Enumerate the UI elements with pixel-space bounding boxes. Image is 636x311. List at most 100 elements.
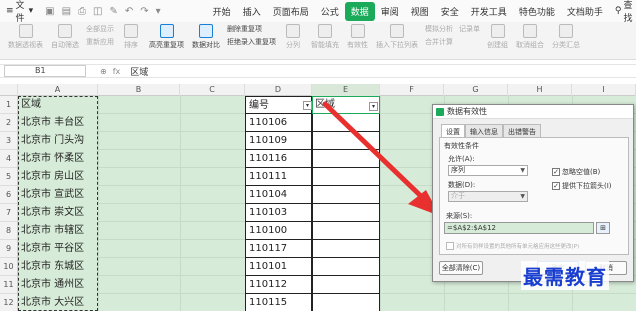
file-menu[interactable]: ≡ 文件 ▾ <box>0 0 39 24</box>
redo-icon[interactable]: ↷ <box>140 6 148 17</box>
provide-dropdown-checkbox[interactable]: ✓ 提供下拉箭头(I) <box>552 181 612 191</box>
tab-security[interactable]: 安全 <box>435 2 465 21</box>
cell-d5[interactable]: 110111 <box>245 168 312 186</box>
text-to-columns-button[interactable]: 分列 <box>279 24 307 50</box>
cell-d6[interactable]: 110104 <box>245 186 312 204</box>
open-icon[interactable]: ▣ <box>45 6 54 17</box>
subtotal-button[interactable]: 分类汇总 <box>548 24 584 50</box>
tab-view[interactable]: 视图 <box>405 2 435 21</box>
chevron-down-icon[interactable]: ▾ <box>156 6 161 17</box>
clear-all-button[interactable]: 全部清除(C) <box>439 261 483 275</box>
column-header-a[interactable]: A <box>18 84 98 96</box>
column-header-h[interactable]: H <box>508 84 572 96</box>
cell-e6[interactable] <box>312 186 380 204</box>
cell-e5[interactable] <box>312 168 380 186</box>
preview-icon[interactable]: ◫ <box>93 6 102 17</box>
column-header-e[interactable]: E <box>312 84 380 96</box>
smart-fill-button[interactable]: 智能填充 <box>307 24 343 50</box>
cell-e8[interactable] <box>312 222 380 240</box>
record-form-button[interactable]: 记录单 <box>459 24 480 34</box>
what-if-button[interactable]: 模拟分析 <box>425 24 453 34</box>
cell-e1[interactable]: 区域 ▾ <box>312 96 380 114</box>
row-header-11[interactable]: 11 <box>0 276 18 294</box>
insert-dropdown-button[interactable]: 插入下拉列表 <box>372 24 422 50</box>
sort-button[interactable]: 排序 <box>117 24 145 50</box>
dropdown-arrow-icon[interactable]: ▾ <box>303 101 312 110</box>
cell-e10[interactable] <box>312 258 380 276</box>
format-painter-icon[interactable]: ✎ <box>109 6 117 17</box>
row-header-10[interactable]: 10 <box>0 258 18 276</box>
data-compare-button[interactable]: 数据对比 <box>188 24 224 50</box>
consolidate-button[interactable]: 合并计算 <box>425 37 453 47</box>
row-header-6[interactable]: 6 <box>0 186 18 204</box>
cell-e3[interactable] <box>312 132 380 150</box>
save-icon[interactable]: ▤ <box>62 6 71 17</box>
tab-review[interactable]: 审阅 <box>375 2 405 21</box>
cell-d11[interactable]: 110112 <box>245 276 312 294</box>
tab-doc-assistant[interactable]: 文档助手 <box>561 2 609 21</box>
row-header-2[interactable]: 2 <box>0 114 18 132</box>
cell-d4[interactable]: 110116 <box>245 150 312 168</box>
reapply-button[interactable]: 重新应用 <box>86 37 114 47</box>
tab-data[interactable]: 数据 <box>344 1 375 21</box>
column-header-i[interactable]: I <box>572 84 636 96</box>
column-header-f[interactable]: F <box>380 84 444 96</box>
cell-d10[interactable]: 110101 <box>245 258 312 276</box>
validation-button[interactable]: 有效性 <box>343 24 372 50</box>
row-header-1[interactable]: 1 <box>0 96 18 114</box>
show-all-button[interactable]: 全部显示 <box>86 24 114 34</box>
cell-d12[interactable]: 110115 <box>245 294 312 311</box>
cell-e2[interactable] <box>312 114 380 132</box>
search-command[interactable]: ⚲ 查找 <box>615 0 636 24</box>
ignore-blank-checkbox[interactable]: ✓ 忽略空值(B) <box>552 167 600 177</box>
row-header-9[interactable]: 9 <box>0 240 18 258</box>
cell-e4[interactable] <box>312 150 380 168</box>
name-box[interactable]: B1 <box>4 65 86 77</box>
cell-e7[interactable] <box>312 204 380 222</box>
data-validation-dialog: 数据有效性 设置 输入信息 出错警告 有效性条件 允许(A): 序列 ▼ ✓ 忽… <box>432 104 634 282</box>
tab-special-features[interactable]: 特色功能 <box>513 2 561 21</box>
cell-d2[interactable]: 110106 <box>245 114 312 132</box>
source-input[interactable]: =$A$2:$A$12 <box>444 222 594 234</box>
column-header-g[interactable]: G <box>444 84 508 96</box>
delete-duplicates-button[interactable]: 删除重复项 <box>227 24 276 34</box>
fx-icon[interactable]: fx <box>113 67 121 76</box>
row-header-4[interactable]: 4 <box>0 150 18 168</box>
cell-e11[interactable] <box>312 276 380 294</box>
reject-duplicates-button[interactable]: 拒绝录入重复项 <box>227 37 276 47</box>
tab-page-layout[interactable]: 页面布局 <box>267 2 315 21</box>
column-header-c[interactable]: C <box>180 84 245 96</box>
row-header-8[interactable]: 8 <box>0 222 18 240</box>
column-header-d[interactable]: D <box>245 84 312 96</box>
pivot-table-button[interactable]: 数据透视表 <box>4 24 47 50</box>
cell-d8[interactable]: 110100 <box>245 222 312 240</box>
select-all-corner[interactable] <box>0 84 18 96</box>
formula-input[interactable]: 区域 <box>130 65 148 78</box>
print-icon[interactable]: ⎙ <box>78 6 86 17</box>
dropdown-arrow-icon[interactable]: ▾ <box>369 102 378 111</box>
cell-d7[interactable]: 110103 <box>245 204 312 222</box>
tab-developer[interactable]: 开发工具 <box>465 2 513 21</box>
cell-e12[interactable] <box>312 294 380 311</box>
row-header-12[interactable]: 12 <box>0 294 18 311</box>
validation-icon <box>350 24 365 38</box>
tab-home[interactable]: 开始 <box>207 2 237 21</box>
cell-e9[interactable] <box>312 240 380 258</box>
cell-d1[interactable]: 编号 <box>245 96 312 114</box>
row-header-7[interactable]: 7 <box>0 204 18 222</box>
ungroup-button[interactable]: 取消组合 <box>512 24 548 50</box>
cell-d3[interactable]: 110109 <box>245 132 312 150</box>
auto-filter-button[interactable]: 自动筛选 <box>47 24 83 50</box>
highlight-duplicates-button[interactable]: 高亮重复项 <box>145 24 188 50</box>
cell-d9[interactable]: 110117 <box>245 240 312 258</box>
allow-select[interactable]: 序列 ▼ <box>448 165 528 176</box>
row-header-5[interactable]: 5 <box>0 168 18 186</box>
row-header-3[interactable]: 3 <box>0 132 18 150</box>
tab-insert[interactable]: 插入 <box>237 2 267 21</box>
tab-formulas[interactable]: 公式 <box>315 2 345 21</box>
undo-icon[interactable]: ↶ <box>125 6 133 17</box>
column-header-b[interactable]: B <box>98 84 180 96</box>
zoom-icon[interactable]: ⊕ <box>100 67 107 76</box>
range-select-button[interactable]: ⊞ <box>596 222 610 234</box>
group-button[interactable]: 创建组 <box>483 24 512 50</box>
